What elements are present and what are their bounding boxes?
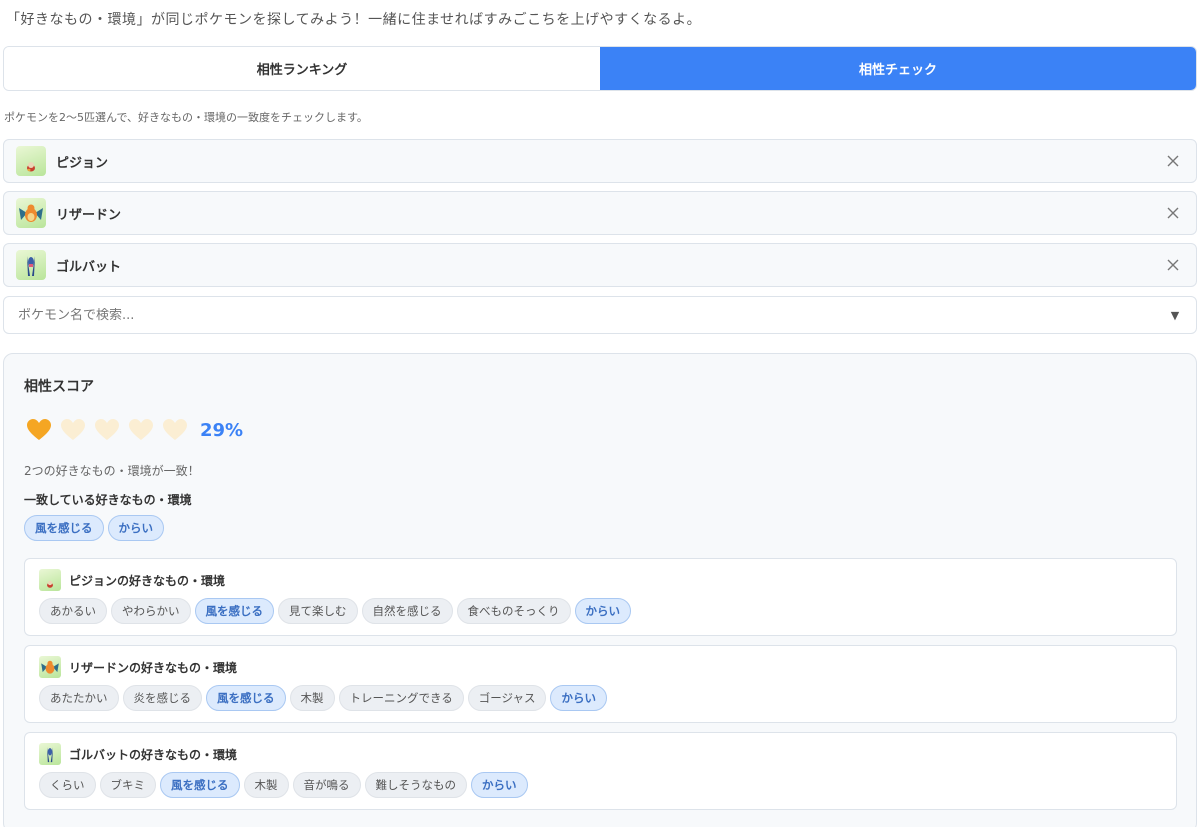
card-title: ピジョンの好きなもの・環境 <box>69 573 226 588</box>
tag: 音が鳴る <box>292 772 361 798</box>
tag: 木製 <box>289 685 335 711</box>
tag: 木製 <box>243 772 289 798</box>
compat-score-panel: 相性スコア 29% 2つの好きなもの・環境が一致！ 一致している好きなもの・環境… <box>3 353 1197 827</box>
instruction-text: ポケモンを2〜5匹選んで、好きなもの・環境の一致度をチェックします。 <box>4 111 368 124</box>
app-root: 「好きなもの・環境」が同じポケモンを探してみよう！一緒に住ませればすみごこちを上… <box>0 0 1200 827</box>
heart-filled-icon <box>27 419 51 440</box>
card-title: リザードンの好きなもの・環境 <box>69 660 238 675</box>
close-icon <box>1167 155 1179 167</box>
tab-compat-ranking[interactable]: 相性ランキング <box>4 47 600 90</box>
tag-matched: 風を感じる <box>160 772 240 798</box>
pidgeotto-icon <box>16 146 46 176</box>
tag: くらい <box>39 772 96 798</box>
tag: 炎を感じる <box>122 685 202 711</box>
matched-tag-list: 風を感じる からい <box>24 515 168 541</box>
charizard-icon <box>16 198 46 228</box>
tag: やわらかい <box>111 598 191 624</box>
pokemon-search-select[interactable]: ▼ <box>3 296 1197 334</box>
tag: ゴージャス <box>467 685 547 711</box>
tag: トレーニングできる <box>338 685 464 711</box>
tag-matched: 風を感じる <box>206 685 286 711</box>
tag-matched: 風を感じる <box>194 598 274 624</box>
close-icon <box>1167 259 1179 271</box>
selected-pokemon-name: リザードン <box>56 207 122 223</box>
selected-pokemon-row: ピジョン <box>3 139 1197 183</box>
heart-empty-icon <box>163 419 187 440</box>
close-icon <box>1167 207 1179 219</box>
pokemon-likes-card: ゴルバットの好きなもの・環境 くらい ブキミ 風を感じる 木製 音が鳴る 難しそ… <box>24 732 1177 810</box>
matched-tag: 風を感じる <box>24 515 104 541</box>
card-title: ゴルバットの好きなもの・環境 <box>69 747 238 762</box>
selected-pokemon-row: ゴルバット <box>3 243 1197 287</box>
pokemon-search-input[interactable] <box>4 307 1168 323</box>
card-tag-list: くらい ブキミ 風を感じる 木製 音が鳴る 難しそうなもの からい <box>39 772 532 798</box>
card-tag-list: あたたかい 炎を感じる 風を感じる 木製 トレーニングできる ゴージャス からい <box>39 685 611 711</box>
remove-pokemon-button[interactable] <box>1164 256 1182 274</box>
remove-pokemon-button[interactable] <box>1164 152 1182 170</box>
match-count-text: 2つの好きなもの・環境が一致！ <box>24 464 200 478</box>
selected-pokemon-name: ゴルバット <box>56 259 122 275</box>
golbat-icon <box>16 250 46 280</box>
pidgeotto-icon <box>39 569 61 591</box>
selected-pokemon-row: リザードン <box>3 191 1197 235</box>
heart-empty-icon <box>61 419 85 440</box>
tag-matched: からい <box>574 598 631 624</box>
selected-pokemon-name: ピジョン <box>56 155 109 171</box>
tab-bar: 相性ランキング 相性チェック <box>3 46 1197 91</box>
tag: あたたかい <box>39 685 119 711</box>
heart-empty-icon <box>95 419 119 440</box>
charizard-icon <box>39 656 61 678</box>
matched-heading: 一致している好きなもの・環境 <box>24 493 192 507</box>
tag: ブキミ <box>99 772 156 798</box>
pokemon-likes-card: ピジョンの好きなもの・環境 あかるい やわらかい 風を感じる 見て楽しむ 自然を… <box>24 558 1177 636</box>
heart-rating: 29% <box>26 418 243 442</box>
heart-empty-icon <box>129 419 153 440</box>
tag: 食べものそっくり <box>456 598 571 624</box>
card-tag-list: あかるい やわらかい 風を感じる 見て楽しむ 自然を感じる 食べものそっくり か… <box>39 598 635 624</box>
pokemon-likes-card: リザードンの好きなもの・環境 あたたかい 炎を感じる 風を感じる 木製 トレーニ… <box>24 645 1177 723</box>
intro-text: 「好きなもの・環境」が同じポケモンを探してみよう！一緒に住ませればすみごこちを上… <box>6 12 702 28</box>
tag: 難しそうなもの <box>364 772 467 798</box>
tag-matched: からい <box>471 772 528 798</box>
remove-pokemon-button[interactable] <box>1164 204 1182 222</box>
compat-score-value: 29% <box>200 419 244 441</box>
tag: あかるい <box>39 598 107 624</box>
tag: 見て楽しむ <box>278 598 358 624</box>
golbat-icon <box>39 743 61 765</box>
matched-tag: からい <box>107 515 164 541</box>
panel-title: 相性スコア <box>24 379 94 395</box>
chevron-down-icon[interactable]: ▼ <box>1168 309 1182 322</box>
tag: 自然を感じる <box>361 598 453 624</box>
tag-matched: からい <box>550 685 607 711</box>
tab-compat-check[interactable]: 相性チェック <box>600 47 1196 90</box>
